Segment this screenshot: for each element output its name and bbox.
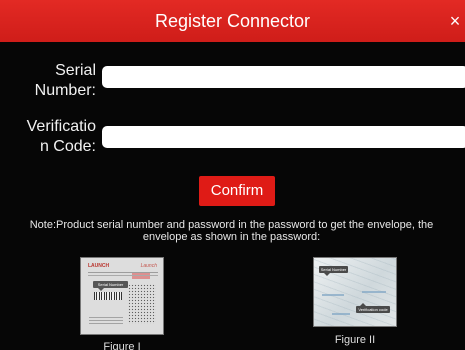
serial-number-label: Serial Number: [34, 62, 96, 99]
figure-one-barcode [94, 292, 122, 300]
figure-one-dot-grid [128, 284, 156, 324]
figure-two-blue-line [362, 291, 386, 293]
figure-one-logo-mark: Launch [140, 263, 157, 269]
figure-two-image: Serial Number Verification code [314, 258, 396, 326]
figure-two-blue-line [332, 313, 350, 315]
close-icon[interactable]: × [447, 12, 463, 30]
verification-code-label: Verificatio n Code: [26, 118, 96, 155]
figure-two-verification-callout: Verification code [356, 303, 390, 313]
figure-one-printed-lines [88, 272, 158, 279]
figure-one-brand-mark: LAUNCH [88, 263, 110, 269]
dialog-title-bar: Register Connector × [0, 0, 465, 42]
dialog-title: Register Connector [154, 11, 311, 31]
figure-two-blue-line [322, 294, 344, 296]
verification-code-input[interactable] [102, 126, 465, 148]
register-connector-dialog: Register Connector × Serial Number: Veri… [0, 0, 465, 350]
figure-one-serial-callout: Serial Number [93, 281, 128, 291]
figure-two-serial-callout: Serial Number [319, 266, 348, 276]
figure-one-image: LAUNCH Launch Serial Number [81, 258, 163, 334]
figure-one-caption: Figure I [103, 341, 141, 350]
figure-two-caption: Figure II [334, 334, 376, 346]
figure-one-small-text [89, 317, 123, 325]
serial-number-input[interactable] [102, 66, 465, 88]
registration-note: Note:Product serial number and password … [29, 219, 434, 243]
confirm-button[interactable]: Confirm [199, 176, 275, 206]
